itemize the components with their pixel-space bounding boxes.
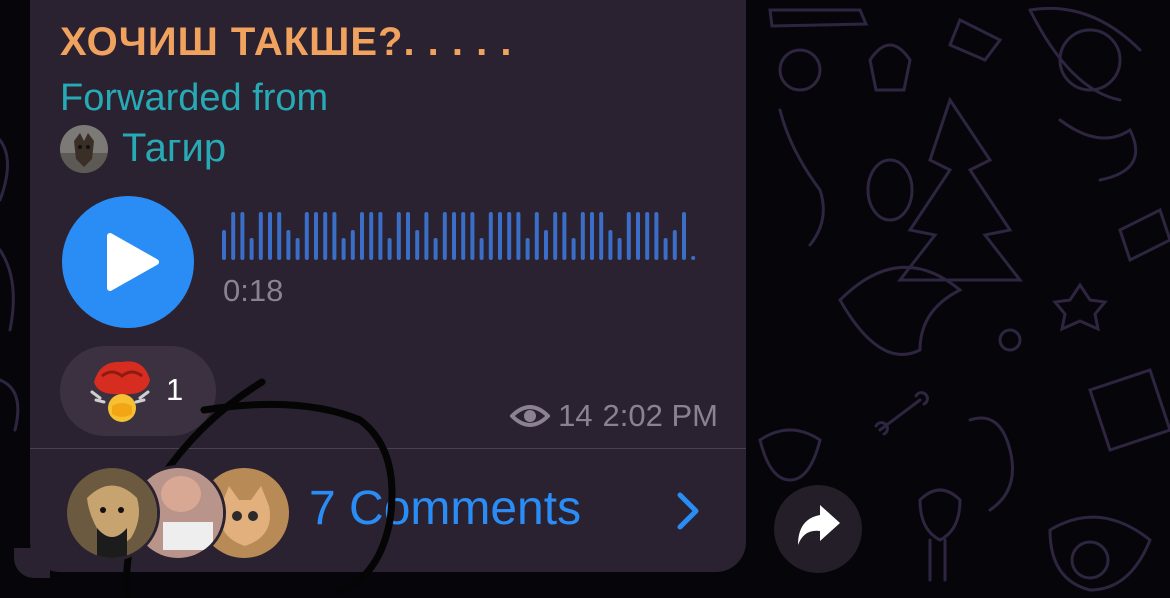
waveform-bar [415, 230, 420, 260]
waveform-bar [590, 212, 594, 260]
voice-duration: 0:18 [223, 273, 284, 308]
waveform-bar [516, 212, 521, 260]
waveform-bar [525, 238, 530, 260]
share-arrow-icon [798, 505, 840, 545]
share-button[interactable] [774, 485, 862, 573]
voice-waveform[interactable] [220, 208, 710, 268]
sender-avatar[interactable] [60, 125, 108, 173]
waveform-bar [507, 212, 512, 260]
play-button[interactable] [62, 196, 194, 328]
message-time: 2:02 PM [602, 398, 718, 433]
waveform-bar [580, 212, 585, 260]
chevron-right-icon [677, 492, 699, 530]
waveform-bar [534, 212, 539, 260]
waveform-bar [295, 238, 300, 260]
play-icon [107, 233, 159, 291]
waveform-bar [396, 212, 401, 260]
waveform-bar [663, 238, 668, 260]
view-count: 14 [558, 398, 593, 433]
waveform-bar [286, 230, 291, 260]
waveform-bar [461, 212, 466, 260]
waveform-bar [323, 212, 328, 260]
waveform-bar [479, 238, 484, 260]
message-bubble[interactable]: ХОЧИШ ТАКШЕ?. . . . . Forwarded from Таг… [30, 0, 746, 572]
waveform-bar [258, 212, 263, 260]
comments-button[interactable]: 7 Comments [30, 449, 746, 572]
waveform-bar [682, 212, 686, 260]
comments-label: 7 Comments [309, 482, 582, 535]
waveform-bar [626, 212, 631, 260]
waveform-bar [645, 212, 650, 260]
waveform-bar [498, 212, 502, 260]
waveform-bar [387, 238, 392, 260]
waveform-bar [304, 212, 309, 260]
waveform-bar [553, 212, 558, 260]
forwarded-label: Forwarded from [60, 77, 329, 119]
waveform-bar [672, 230, 677, 260]
commenter-avatar [64, 465, 160, 561]
waveform-bar [332, 212, 337, 260]
waveform-bar [452, 212, 456, 260]
waveform-bar [617, 238, 622, 260]
waveform-bar [433, 238, 438, 260]
waveform-bar [341, 238, 346, 260]
reaction-chip[interactable]: 1 [60, 346, 216, 436]
waveform-bar [442, 212, 447, 260]
waveform-bar [636, 212, 640, 260]
waveform-bar [360, 212, 364, 260]
waveform-bar [350, 230, 355, 260]
message-meta: 14 2:02 PM [510, 398, 718, 434]
waveform-bar [231, 212, 236, 260]
waveform-bar [599, 212, 604, 260]
waveform-bar [488, 212, 493, 260]
waveform-bar [424, 212, 429, 260]
message-title: ХОЧИШ ТАКШЕ?. . . . . [60, 20, 513, 64]
waveform-bar [378, 212, 383, 260]
waveform-bar [222, 230, 226, 260]
waveform-bar [268, 212, 272, 260]
waveform-bar [249, 238, 254, 260]
reaction-count: 1 [166, 372, 184, 407]
waveform-bar [562, 212, 567, 260]
mind-blown-emoji-icon [90, 361, 150, 422]
sender-name[interactable]: Тагир [122, 126, 226, 171]
waveform-bar [240, 212, 245, 260]
waveform-bar [314, 212, 318, 260]
waveform-bar [608, 230, 613, 260]
waveform-bar [691, 256, 696, 260]
eye-icon [510, 405, 551, 427]
waveform-bar [406, 212, 410, 260]
waveform-bar [571, 238, 576, 260]
waveform-bar [654, 212, 659, 260]
waveform-bar [544, 230, 548, 260]
waveform-bar [470, 212, 475, 260]
waveform-bar [277, 212, 282, 260]
waveform-bar [369, 212, 374, 260]
